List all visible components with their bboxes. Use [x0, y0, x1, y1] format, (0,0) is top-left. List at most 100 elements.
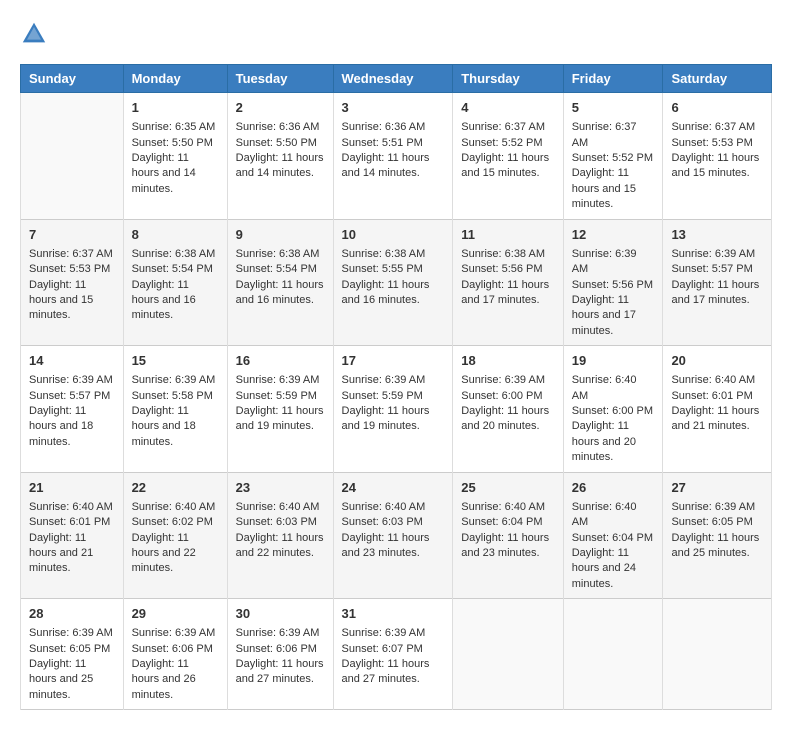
day-info: Sunrise: 6:39 AMSunset: 6:06 PMDaylight:…	[236, 626, 325, 688]
day-cell: 24Sunrise: 6:40 AMSunset: 6:03 PMDayligh…	[333, 472, 453, 599]
day-cell: 13 Sunrise: 6:39 AMSunset: 5:57 PMDayligh…	[663, 219, 772, 346]
day-number: 23	[236, 479, 325, 497]
day-cell: 4Sunrise: 6:37 AMSunset: 5:52 PMDaylight…	[453, 93, 563, 220]
day-info: Sunrise: 6:36 AMSunset: 5:50 PMDaylight:…	[236, 120, 325, 182]
day-number: 14	[29, 352, 115, 370]
day-info: Sunrise: 6:38 AMSunset: 5:55 PMDaylight:…	[342, 247, 445, 309]
day-cell: 20 Sunrise: 6:40 AMSunset: 6:01 PMDayligh…	[663, 346, 772, 473]
day-number: 1	[132, 99, 219, 117]
day-number: 31	[342, 605, 445, 623]
day-number: 21	[29, 479, 115, 497]
day-cell: 16Sunrise: 6:39 AMSunset: 5:59 PMDayligh…	[227, 346, 333, 473]
column-header-wednesday: Wednesday	[333, 65, 453, 93]
day-cell: 6Sunrise: 6:37 AMSunset: 5:53 PMDaylight…	[663, 93, 772, 220]
day-info: Sunrise: 6:39 AMSunset: 5:59 PMDaylight:…	[342, 373, 445, 435]
header-row: SundayMondayTuesdayWednesdayThursdayFrid…	[21, 65, 772, 93]
day-number: 6	[671, 99, 763, 117]
day-cell: 1 Sunrise: 6:35 AMSunset: 5:50 PMDaylight…	[123, 93, 227, 220]
day-cell: 14 Sunrise: 6:39 AMSunset: 5:57 PMDayligh…	[21, 346, 124, 473]
day-number: 27	[671, 479, 763, 497]
day-cell: 2 Sunrise: 6:36 AMSunset: 5:50 PMDaylight…	[227, 93, 333, 220]
column-header-saturday: Saturday	[663, 65, 772, 93]
day-cell: 21 Sunrise: 6:40 AMSunset: 6:01 PMDayligh…	[21, 472, 124, 599]
day-info: Sunrise: 6:40 AMSunset: 6:02 PMDaylight:…	[132, 500, 219, 577]
day-cell: 26 Sunrise: 6:40 AMSunset: 6:04 PMDayligh…	[563, 472, 663, 599]
day-number: 25	[461, 479, 554, 497]
week-row-5: 28 Sunrise: 6:39 AMSunset: 6:05 PMDayligh…	[21, 599, 772, 710]
logo-icon	[20, 20, 48, 48]
day-number: 2	[236, 99, 325, 117]
day-info: Sunrise: 6:39 AMSunset: 6:00 PMDaylight:…	[461, 373, 554, 435]
day-number: 3	[342, 99, 445, 117]
day-info: Sunrise: 6:39 AMSunset: 6:07 PMDaylight:…	[342, 626, 445, 688]
day-info: Sunrise: 6:40 AMSunset: 6:00 PMDaylight:…	[572, 373, 655, 465]
day-number: 4	[461, 99, 554, 117]
day-info: Sunrise: 6:39 AMSunset: 5:56 PMDaylight:…	[572, 247, 655, 339]
day-cell	[563, 599, 663, 710]
day-info: Sunrise: 6:37 AMSunset: 5:52 PMDaylight:…	[572, 120, 655, 212]
day-cell: 8Sunrise: 6:38 AMSunset: 5:54 PMDaylight…	[123, 219, 227, 346]
day-number: 17	[342, 352, 445, 370]
calendar-table: SundayMondayTuesdayWednesdayThursdayFrid…	[20, 64, 772, 710]
day-cell: 30Sunrise: 6:39 AMSunset: 6:06 PMDayligh…	[227, 599, 333, 710]
day-number: 22	[132, 479, 219, 497]
day-info: Sunrise: 6:39 AMSunset: 6:05 PMDaylight:…	[29, 626, 115, 703]
column-header-monday: Monday	[123, 65, 227, 93]
day-cell: 18 Sunrise: 6:39 AMSunset: 6:00 PMDayligh…	[453, 346, 563, 473]
week-row-1: 1 Sunrise: 6:35 AMSunset: 5:50 PMDaylight…	[21, 93, 772, 220]
day-cell: 11 Sunrise: 6:38 AMSunset: 5:56 PMDayligh…	[453, 219, 563, 346]
day-cell: 17 Sunrise: 6:39 AMSunset: 5:59 PMDayligh…	[333, 346, 453, 473]
day-info: Sunrise: 6:39 AMSunset: 5:58 PMDaylight:…	[132, 373, 219, 450]
day-cell: 28 Sunrise: 6:39 AMSunset: 6:05 PMDayligh…	[21, 599, 124, 710]
day-number: 20	[671, 352, 763, 370]
day-number: 12	[572, 226, 655, 244]
day-cell: 31 Sunrise: 6:39 AMSunset: 6:07 PMDayligh…	[333, 599, 453, 710]
day-number: 13	[671, 226, 763, 244]
calendar-body: 1 Sunrise: 6:35 AMSunset: 5:50 PMDaylight…	[21, 93, 772, 710]
day-cell: 10 Sunrise: 6:38 AMSunset: 5:55 PMDayligh…	[333, 219, 453, 346]
day-cell: 19Sunrise: 6:40 AMSunset: 6:00 PMDayligh…	[563, 346, 663, 473]
day-info: Sunrise: 6:39 AMSunset: 5:57 PMDaylight:…	[671, 247, 763, 309]
day-info: Sunrise: 6:40 AMSunset: 6:03 PMDaylight:…	[236, 500, 325, 562]
day-cell	[453, 599, 563, 710]
day-cell: 23 Sunrise: 6:40 AMSunset: 6:03 PMDayligh…	[227, 472, 333, 599]
day-cell: 12 Sunrise: 6:39 AMSunset: 5:56 PMDayligh…	[563, 219, 663, 346]
day-number: 8	[132, 226, 219, 244]
week-row-2: 7Sunrise: 6:37 AMSunset: 5:53 PMDaylight…	[21, 219, 772, 346]
day-cell: 22 Sunrise: 6:40 AMSunset: 6:02 PMDayligh…	[123, 472, 227, 599]
week-row-4: 21 Sunrise: 6:40 AMSunset: 6:01 PMDayligh…	[21, 472, 772, 599]
calendar-header: SundayMondayTuesdayWednesdayThursdayFrid…	[21, 65, 772, 93]
day-cell	[21, 93, 124, 220]
day-number: 11	[461, 226, 554, 244]
day-cell: 7Sunrise: 6:37 AMSunset: 5:53 PMDaylight…	[21, 219, 124, 346]
day-number: 15	[132, 352, 219, 370]
day-number: 18	[461, 352, 554, 370]
logo	[20, 20, 52, 48]
day-info: Sunrise: 6:40 AMSunset: 6:01 PMDaylight:…	[671, 373, 763, 435]
day-cell: 3 Sunrise: 6:36 AMSunset: 5:51 PMDaylight…	[333, 93, 453, 220]
day-number: 29	[132, 605, 219, 623]
day-info: Sunrise: 6:39 AMSunset: 5:57 PMDaylight:…	[29, 373, 115, 450]
day-number: 10	[342, 226, 445, 244]
day-info: Sunrise: 6:36 AMSunset: 5:51 PMDaylight:…	[342, 120, 445, 182]
day-cell	[663, 599, 772, 710]
day-info: Sunrise: 6:39 AMSunset: 6:05 PMDaylight:…	[671, 500, 763, 562]
day-info: Sunrise: 6:40 AMSunset: 6:04 PMDaylight:…	[572, 500, 655, 592]
day-info: Sunrise: 6:35 AMSunset: 5:50 PMDaylight:…	[132, 120, 219, 197]
day-info: Sunrise: 6:39 AMSunset: 6:06 PMDaylight:…	[132, 626, 219, 703]
day-cell: 29 Sunrise: 6:39 AMSunset: 6:06 PMDayligh…	[123, 599, 227, 710]
column-header-sunday: Sunday	[21, 65, 124, 93]
day-cell: 5 Sunrise: 6:37 AMSunset: 5:52 PMDaylight…	[563, 93, 663, 220]
day-number: 28	[29, 605, 115, 623]
day-cell: 9Sunrise: 6:38 AMSunset: 5:54 PMDaylight…	[227, 219, 333, 346]
day-info: Sunrise: 6:40 AMSunset: 6:01 PMDaylight:…	[29, 500, 115, 577]
day-number: 26	[572, 479, 655, 497]
column-header-tuesday: Tuesday	[227, 65, 333, 93]
day-info: Sunrise: 6:38 AMSunset: 5:56 PMDaylight:…	[461, 247, 554, 309]
day-cell: 25Sunrise: 6:40 AMSunset: 6:04 PMDayligh…	[453, 472, 563, 599]
column-header-thursday: Thursday	[453, 65, 563, 93]
day-number: 5	[572, 99, 655, 117]
day-info: Sunrise: 6:37 AMSunset: 5:53 PMDaylight:…	[29, 247, 115, 324]
day-info: Sunrise: 6:40 AMSunset: 6:03 PMDaylight:…	[342, 500, 445, 562]
day-number: 16	[236, 352, 325, 370]
